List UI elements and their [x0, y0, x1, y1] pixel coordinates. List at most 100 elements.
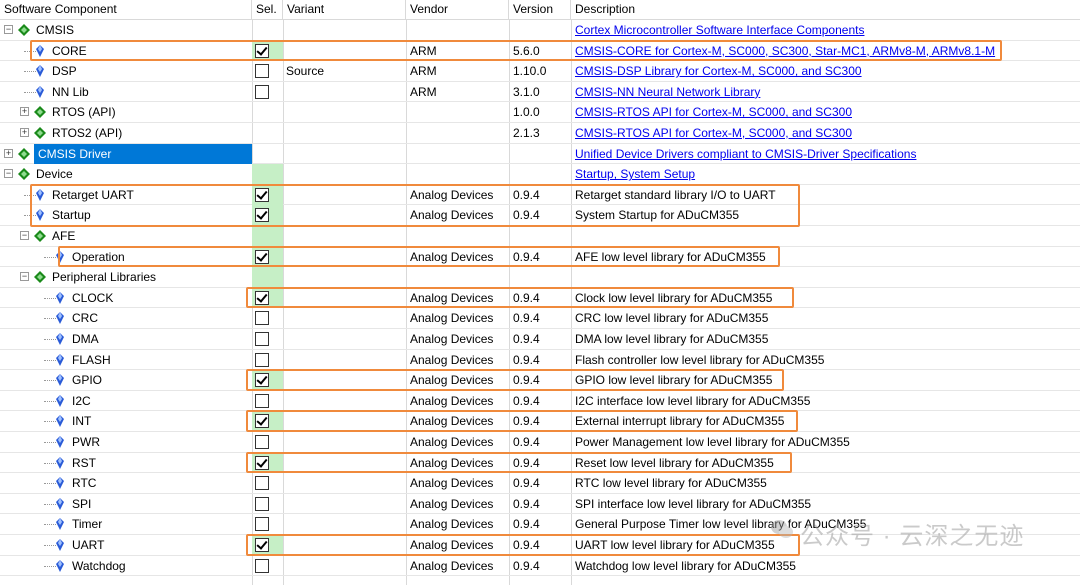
description-cell[interactable]: CMSIS-NN Neural Network Library — [571, 82, 1080, 102]
component-name-cell[interactable]: + CMSIS Driver — [0, 143, 252, 164]
table-row[interactable]: DSP Source ARM 1.10.0 CMSIS-DSP Library for … — [0, 61, 1080, 82]
component-name-cell[interactable]: RST — [0, 453, 252, 473]
table-row[interactable]: CRC Analog Devices 0.9.4 CRC low level libr… — [0, 308, 1080, 329]
select-checkbox[interactable] — [255, 311, 269, 326]
table-row[interactable]: Startup Analog Devices 0.9.4 System Startup… — [0, 205, 1080, 226]
component-name-cell[interactable]: + RTOS (API) — [0, 102, 252, 122]
header-variant[interactable]: Variant — [283, 0, 406, 20]
component-name-cell[interactable]: − Device — [0, 164, 252, 184]
table-row[interactable]: SPI Analog Devices 0.9.4 SPI interface low … — [0, 494, 1080, 515]
expand-toggle-icon[interactable]: + — [20, 128, 29, 137]
select-checkbox[interactable] — [255, 64, 269, 79]
table-row[interactable]: + RTOS2 (API) 2.1.3 CMSIS-RTOS API for Cort… — [0, 123, 1080, 144]
table-row[interactable]: RTC Analog Devices 0.9.4 RTC low level libr… — [0, 473, 1080, 494]
component-name-cell[interactable]: INT — [0, 411, 252, 431]
table-row[interactable]: CORE ARM 5.6.0 CMSIS-CORE for Cortex-M, SC0… — [0, 40, 1080, 62]
table-row[interactable]: Watchdog Analog Devices 0.9.4 Watchdog low … — [0, 556, 1080, 577]
collapse-toggle-icon[interactable]: − — [20, 272, 29, 282]
collapse-toggle-icon[interactable]: − — [4, 169, 13, 179]
description-link[interactable]: CMSIS-NN Neural Network Library — [575, 85, 760, 99]
table-row[interactable]: FLASH Analog Devices 0.9.4 Flash controller… — [0, 350, 1080, 371]
component-name-cell[interactable]: NN Lib — [0, 82, 252, 102]
select-checkbox[interactable] — [255, 435, 269, 449]
description-link[interactable]: CMSIS-RTOS API for Cortex-M, SC000, and … — [575, 105, 852, 119]
select-checkbox[interactable] — [255, 187, 269, 202]
header-version[interactable]: Version — [509, 0, 571, 20]
variant-cell[interactable]: Source — [283, 61, 406, 81]
component-name-cell[interactable]: − Peripheral Libraries — [0, 267, 252, 287]
table-row[interactable]: INT Analog Devices 0.9.4 External interrupt… — [0, 411, 1080, 432]
description-cell[interactable]: Startup, System Setup — [571, 164, 1080, 184]
table-row[interactable]: PWR Analog Devices 0.9.4 Power Management l… — [0, 432, 1080, 453]
component-name-cell[interactable]: DSP — [0, 61, 252, 81]
header-sel[interactable]: Sel. — [252, 0, 283, 20]
description-link[interactable]: CMSIS-RTOS API for Cortex-M, SC000, and … — [575, 126, 852, 140]
select-checkbox[interactable] — [255, 517, 269, 532]
component-name-cell[interactable]: Watchdog — [0, 556, 252, 576]
component-name-cell[interactable]: CRC — [0, 308, 252, 328]
description-link[interactable]: CMSIS-DSP Library for Cortex-M, SC000, a… — [575, 64, 862, 78]
component-name-cell[interactable]: Startup — [0, 205, 252, 225]
description-link[interactable]: Unified Device Drivers compliant to CMSI… — [575, 147, 916, 161]
component-name-cell[interactable]: FLASH — [0, 350, 252, 370]
table-row[interactable]: RST Analog Devices 0.9.4 Reset low level li… — [0, 452, 1080, 474]
select-checkbox[interactable] — [255, 538, 269, 552]
select-checkbox[interactable] — [255, 393, 269, 408]
component-name-cell[interactable]: − CMSIS — [0, 20, 252, 40]
table-row[interactable]: I2C Analog Devices 0.9.4 I2C interface low … — [0, 391, 1080, 412]
table-row[interactable]: CLOCK Analog Devices 0.9.4 Clock low level … — [0, 287, 1080, 309]
expand-toggle-icon[interactable]: + — [4, 148, 13, 158]
select-checkbox[interactable] — [255, 249, 269, 264]
collapse-toggle-icon[interactable]: − — [20, 231, 29, 240]
table-row[interactable]: GPIO Analog Devices 0.9.4 GPIO low level li… — [0, 370, 1080, 391]
component-name-cell[interactable]: + RTOS2 (API) — [0, 123, 252, 143]
component-name-cell[interactable]: Operation — [0, 247, 252, 267]
table-row[interactable]: NN Lib ARM 3.1.0 CMSIS-NN Neural Network Li… — [0, 82, 1080, 103]
select-checkbox[interactable] — [255, 455, 269, 470]
component-name-cell[interactable]: SPI — [0, 494, 252, 514]
description-cell[interactable]: CMSIS-RTOS API for Cortex-M, SC000, and … — [571, 123, 1080, 143]
table-row[interactable]: − Peripheral Libraries — [0, 267, 1080, 288]
select-checkbox[interactable] — [255, 290, 269, 305]
table-row[interactable]: + CMSIS Driver Unified Device Drivers comp… — [0, 143, 1080, 165]
description-cell[interactable]: CMSIS-CORE for Cortex-M, SC000, SC300, S… — [571, 41, 1080, 61]
select-checkbox[interactable] — [255, 208, 269, 223]
select-checkbox[interactable] — [255, 332, 269, 346]
select-checkbox[interactable] — [255, 476, 269, 491]
select-checkbox[interactable] — [255, 373, 269, 388]
component-name-cell[interactable]: PWR — [0, 432, 252, 452]
table-row[interactable]: Retarget UART Analog Devices 0.9.4 Retarget… — [0, 184, 1080, 206]
component-name-cell[interactable]: GPIO — [0, 370, 252, 390]
table-row[interactable]: − CMSIS Cortex Microcontroller Software In… — [0, 20, 1080, 41]
description-cell[interactable]: Unified Device Drivers compliant to CMSI… — [571, 144, 1080, 164]
component-name-cell[interactable]: Retarget UART — [0, 185, 252, 205]
table-row[interactable]: − Device Startup, System Setup — [0, 164, 1080, 185]
select-checkbox[interactable] — [255, 496, 269, 511]
component-name-cell[interactable]: CORE — [0, 41, 252, 61]
table-row[interactable]: − AFE — [0, 226, 1080, 247]
component-name-cell[interactable]: UART — [0, 535, 252, 555]
select-checkbox[interactable] — [255, 414, 269, 429]
description-cell[interactable]: Cortex Microcontroller Software Interfac… — [571, 20, 1080, 40]
header-software-component[interactable]: Software Component — [0, 0, 252, 20]
table-row[interactable]: Operation Analog Devices 0.9.4 AFE low leve… — [0, 246, 1080, 268]
description-link[interactable]: CMSIS-CORE for Cortex-M, SC000, SC300, S… — [575, 44, 995, 58]
description-link[interactable]: Cortex Microcontroller Software Interfac… — [575, 23, 864, 37]
component-name-cell[interactable]: RTC — [0, 473, 252, 493]
select-checkbox[interactable] — [255, 352, 269, 367]
select-checkbox[interactable] — [255, 84, 269, 99]
header-description[interactable]: Description — [571, 0, 1080, 20]
description-link[interactable]: Startup, System Setup — [575, 167, 695, 181]
component-name-cell[interactable]: Timer — [0, 514, 252, 534]
component-name-cell[interactable]: CLOCK — [0, 288, 252, 308]
collapse-toggle-icon[interactable]: − — [4, 25, 13, 34]
component-name-cell[interactable]: DMA — [0, 329, 252, 349]
table-row[interactable]: DMA Analog Devices 0.9.4 DMA low level libr… — [0, 329, 1080, 350]
header-vendor[interactable]: Vendor — [406, 0, 509, 20]
select-checkbox[interactable] — [255, 558, 269, 573]
component-name-cell[interactable]: − AFE — [0, 226, 252, 246]
description-cell[interactable]: CMSIS-RTOS API for Cortex-M, SC000, and … — [571, 102, 1080, 122]
expand-toggle-icon[interactable]: + — [20, 107, 29, 117]
table-row[interactable]: + RTOS (API) 1.0.0 CMSIS-RTOS API for Corte… — [0, 102, 1080, 123]
description-cell[interactable]: CMSIS-DSP Library for Cortex-M, SC000, a… — [571, 61, 1080, 81]
